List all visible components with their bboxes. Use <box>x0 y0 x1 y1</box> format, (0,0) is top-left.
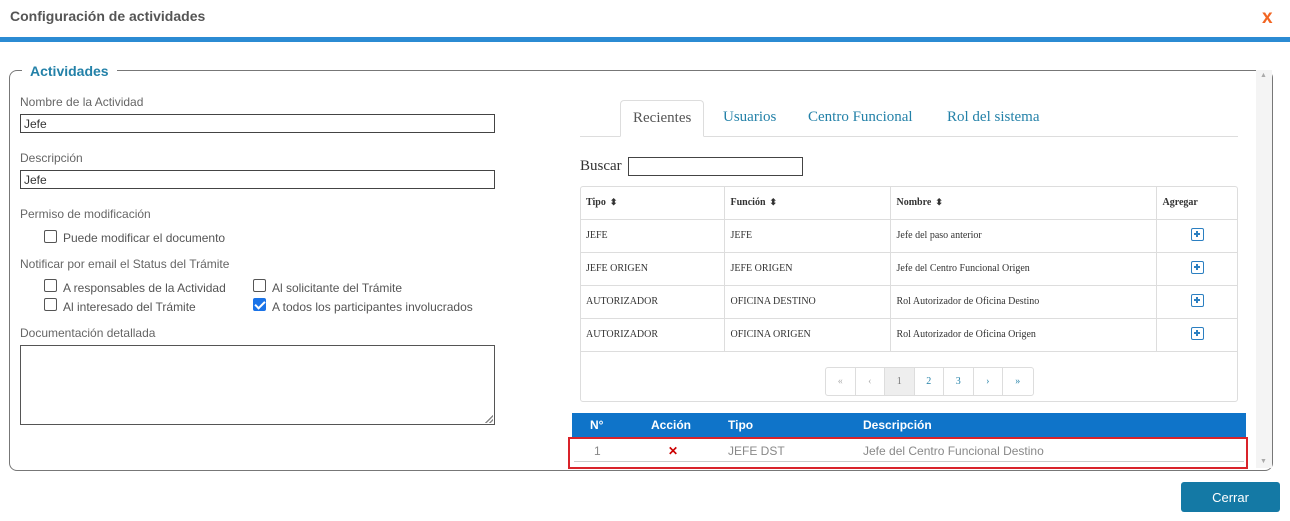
activity-name-input[interactable] <box>20 114 495 133</box>
cell-tipo: AUTORIZADOR <box>580 318 725 352</box>
tab-rol-sistema[interactable]: Rol del sistema <box>947 100 1040 137</box>
close-icon[interactable]: x <box>1262 8 1273 27</box>
add-icon[interactable] <box>1190 326 1204 340</box>
col-nombre-header[interactable]: Nombre ⬍ <box>890 186 1157 220</box>
selected-row-descripcion: Jefe del Centro Funcional Destino <box>863 444 1044 458</box>
col-nombre-label: Nombre <box>896 196 932 208</box>
permission-label: Permiso de modificación <box>20 207 151 221</box>
search-input[interactable] <box>628 157 803 176</box>
selected-col-accion: Acción <box>651 418 692 432</box>
col-funcion-label: Función <box>730 196 766 208</box>
sort-icon[interactable]: ⬍ <box>770 197 778 207</box>
page-3-button[interactable]: 3 <box>944 368 974 395</box>
description-label: Descripción <box>20 151 83 165</box>
sort-icon[interactable]: ⬍ <box>935 197 943 207</box>
page-prev-button[interactable]: ‹ <box>856 368 885 395</box>
selected-row-tipo: JEFE DST <box>728 444 785 458</box>
selected-row: 1 ✕ JEFE DST Jefe del Centro Funcional D… <box>568 437 1248 469</box>
cell-nombre: Jefe del Centro Funcional Origen <box>890 252 1157 286</box>
cell-tipo: AUTORIZADOR <box>580 285 725 319</box>
cell-nombre: Rol Autorizador de Oficina Origen <box>890 318 1157 352</box>
vertical-scrollbar[interactable] <box>1256 70 1272 468</box>
notify-todos-checkbox[interactable] <box>253 298 266 311</box>
notify-responsables-label: A responsables de la Actividad <box>63 281 226 295</box>
selected-table-header: N° Acción Tipo Descripción <box>572 413 1246 437</box>
add-icon[interactable] <box>1190 293 1204 307</box>
notify-todos-label: A todos los participantes involucrados <box>272 300 473 314</box>
col-funcion-header[interactable]: Función ⬍ <box>724 186 891 220</box>
sort-icon[interactable]: ⬍ <box>610 197 618 207</box>
scroll-up-icon[interactable]: ▲ <box>1260 72 1267 79</box>
table-row: AUTORIZADOR OFICINA ORIGEN Rol Autorizad… <box>580 318 1238 352</box>
cell-nombre: Rol Autorizador de Oficina Destino <box>890 285 1157 319</box>
pagination: « ‹ 1 2 3 › » <box>825 367 1034 396</box>
activity-name-label: Nombre de la Actividad <box>20 95 144 109</box>
close-button[interactable]: Cerrar <box>1181 482 1280 512</box>
notify-label: Notificar por email el Status del Trámit… <box>20 257 230 271</box>
notify-solicitante-checkbox[interactable] <box>253 279 266 292</box>
selected-col-num: N° <box>590 418 604 432</box>
selected-row-num: 1 <box>594 444 601 458</box>
table-row: JEFE ORIGEN JEFE ORIGEN Jefe del Centro … <box>580 252 1238 286</box>
notify-responsables-checkbox[interactable] <box>44 279 57 292</box>
page-2-button[interactable]: 2 <box>915 368 944 395</box>
cell-agregar <box>1156 252 1238 286</box>
table-row: AUTORIZADOR OFICINA DESTINO Rol Autoriza… <box>580 285 1238 319</box>
col-tipo-header[interactable]: Tipo ⬍ <box>580 186 725 220</box>
cell-nombre: Jefe del paso anterior <box>890 219 1157 253</box>
selected-col-tipo: Tipo <box>728 418 754 432</box>
table-row: JEFE JEFE Jefe del paso anterior <box>580 219 1238 253</box>
tab-recientes[interactable]: Recientes <box>620 100 705 137</box>
selected-col-descripcion: Descripción <box>863 418 932 432</box>
cell-agregar <box>1156 219 1238 253</box>
page-last-button[interactable]: » <box>1003 368 1033 395</box>
description-input[interactable] <box>20 170 495 189</box>
notify-interesado-label: Al interesado del Trámite <box>63 300 196 314</box>
cell-tipo: JEFE <box>580 219 725 253</box>
cell-funcion: JEFE ORIGEN <box>724 252 891 286</box>
dialog-title: Configuración de actividades <box>10 8 206 24</box>
cell-tipo: JEFE ORIGEN <box>580 252 725 286</box>
row-divider <box>574 461 1244 462</box>
cell-funcion: OFICINA ORIGEN <box>724 318 891 352</box>
tab-centro-funcional[interactable]: Centro Funcional <box>808 100 913 137</box>
cell-funcion: JEFE <box>724 219 891 253</box>
notify-interesado-checkbox[interactable] <box>44 298 57 311</box>
cell-agregar <box>1156 318 1238 352</box>
remove-icon[interactable]: ✕ <box>668 444 678 458</box>
fieldset-legend: Actividades <box>22 63 117 79</box>
header-divider <box>0 37 1290 42</box>
col-tipo-label: Tipo <box>586 196 606 208</box>
tab-usuarios[interactable]: Usuarios <box>723 100 776 137</box>
search-label: Buscar <box>580 158 622 174</box>
page-1-button[interactable]: 1 <box>885 368 915 395</box>
add-icon[interactable] <box>1190 227 1204 241</box>
page-next-button[interactable]: › <box>974 368 1003 395</box>
cell-funcion: OFICINA DESTINO <box>724 285 891 319</box>
page-first-button[interactable]: « <box>826 368 856 395</box>
docs-textarea[interactable] <box>20 345 495 425</box>
notify-solicitante-label: Al solicitante del Trámite <box>272 281 403 295</box>
resize-grip-icon[interactable] <box>485 415 493 423</box>
can-modify-label: Puede modificar el documento <box>63 231 226 245</box>
docs-label: Documentación detallada <box>20 326 156 340</box>
can-modify-checkbox[interactable] <box>44 230 57 243</box>
table-header-row: Tipo ⬍ Función ⬍ Nombre ⬍ Agregar <box>580 186 1238 220</box>
results-table: Tipo ⬍ Función ⬍ Nombre ⬍ Agregar JEFE JEFE… <box>580 186 1238 352</box>
scroll-down-icon[interactable]: ▼ <box>1260 458 1267 465</box>
col-agregar-header: Agregar <box>1156 186 1238 220</box>
add-icon[interactable] <box>1190 260 1204 274</box>
cell-agregar <box>1156 285 1238 319</box>
